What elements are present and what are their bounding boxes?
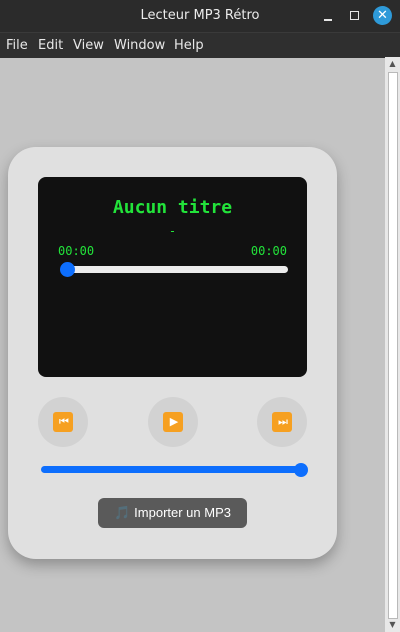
- progress-slider[interactable]: [62, 266, 288, 273]
- maximize-icon: [349, 11, 359, 20]
- prev-track-icon: ⏮: [53, 412, 73, 432]
- minimize-button[interactable]: [318, 6, 338, 26]
- menu-window[interactable]: Window: [114, 33, 165, 58]
- volume-slider[interactable]: [41, 466, 303, 473]
- menu-view[interactable]: View: [73, 33, 104, 58]
- close-button[interactable]: ✕: [373, 6, 392, 25]
- song-artist: -: [168, 224, 177, 238]
- vertical-scrollbar[interactable]: ▲ ▼: [385, 57, 400, 632]
- scroll-down-icon[interactable]: ▼: [385, 618, 400, 632]
- maximize-button[interactable]: [344, 6, 364, 26]
- import-button-label: Importer un MP3: [134, 505, 231, 520]
- song-title: Aucun titre: [112, 197, 233, 218]
- mp3-player-device: Aucun titre - 00:00 00:00 ⏮ ▶ ⏭ 🎵 Importe…: [8, 147, 337, 559]
- duration-time: 00:00: [250, 244, 287, 258]
- minimize-icon: [324, 19, 332, 21]
- play-button[interactable]: ▶: [148, 397, 198, 447]
- menu-bar: File Edit View Window Help: [0, 32, 400, 58]
- menu-help[interactable]: Help: [174, 33, 204, 58]
- menu-file[interactable]: File: [6, 33, 28, 58]
- music-note-icon: 🎵: [113, 505, 131, 520]
- next-track-button[interactable]: ⏭: [257, 397, 307, 447]
- scroll-up-icon[interactable]: ▲: [385, 57, 400, 71]
- menu-edit[interactable]: Edit: [38, 33, 63, 58]
- volume-slider-handle[interactable]: [294, 463, 308, 477]
- progress-slider-handle[interactable]: [60, 262, 75, 277]
- previous-track-button[interactable]: ⏮: [38, 397, 88, 447]
- play-icon: ▶: [163, 412, 183, 432]
- player-screen: Aucun titre - 00:00 00:00: [38, 177, 307, 377]
- window-title: Lecteur MP3 Rétro: [140, 8, 260, 23]
- close-icon: ✕: [377, 8, 388, 23]
- window-titlebar: Lecteur MP3 Rétro ✕: [0, 0, 400, 32]
- scrollbar-thumb[interactable]: [388, 72, 398, 619]
- current-time: 00:00: [58, 244, 95, 258]
- import-mp3-button[interactable]: 🎵 Importer un MP3: [98, 498, 247, 528]
- next-track-icon: ⏭: [272, 412, 292, 432]
